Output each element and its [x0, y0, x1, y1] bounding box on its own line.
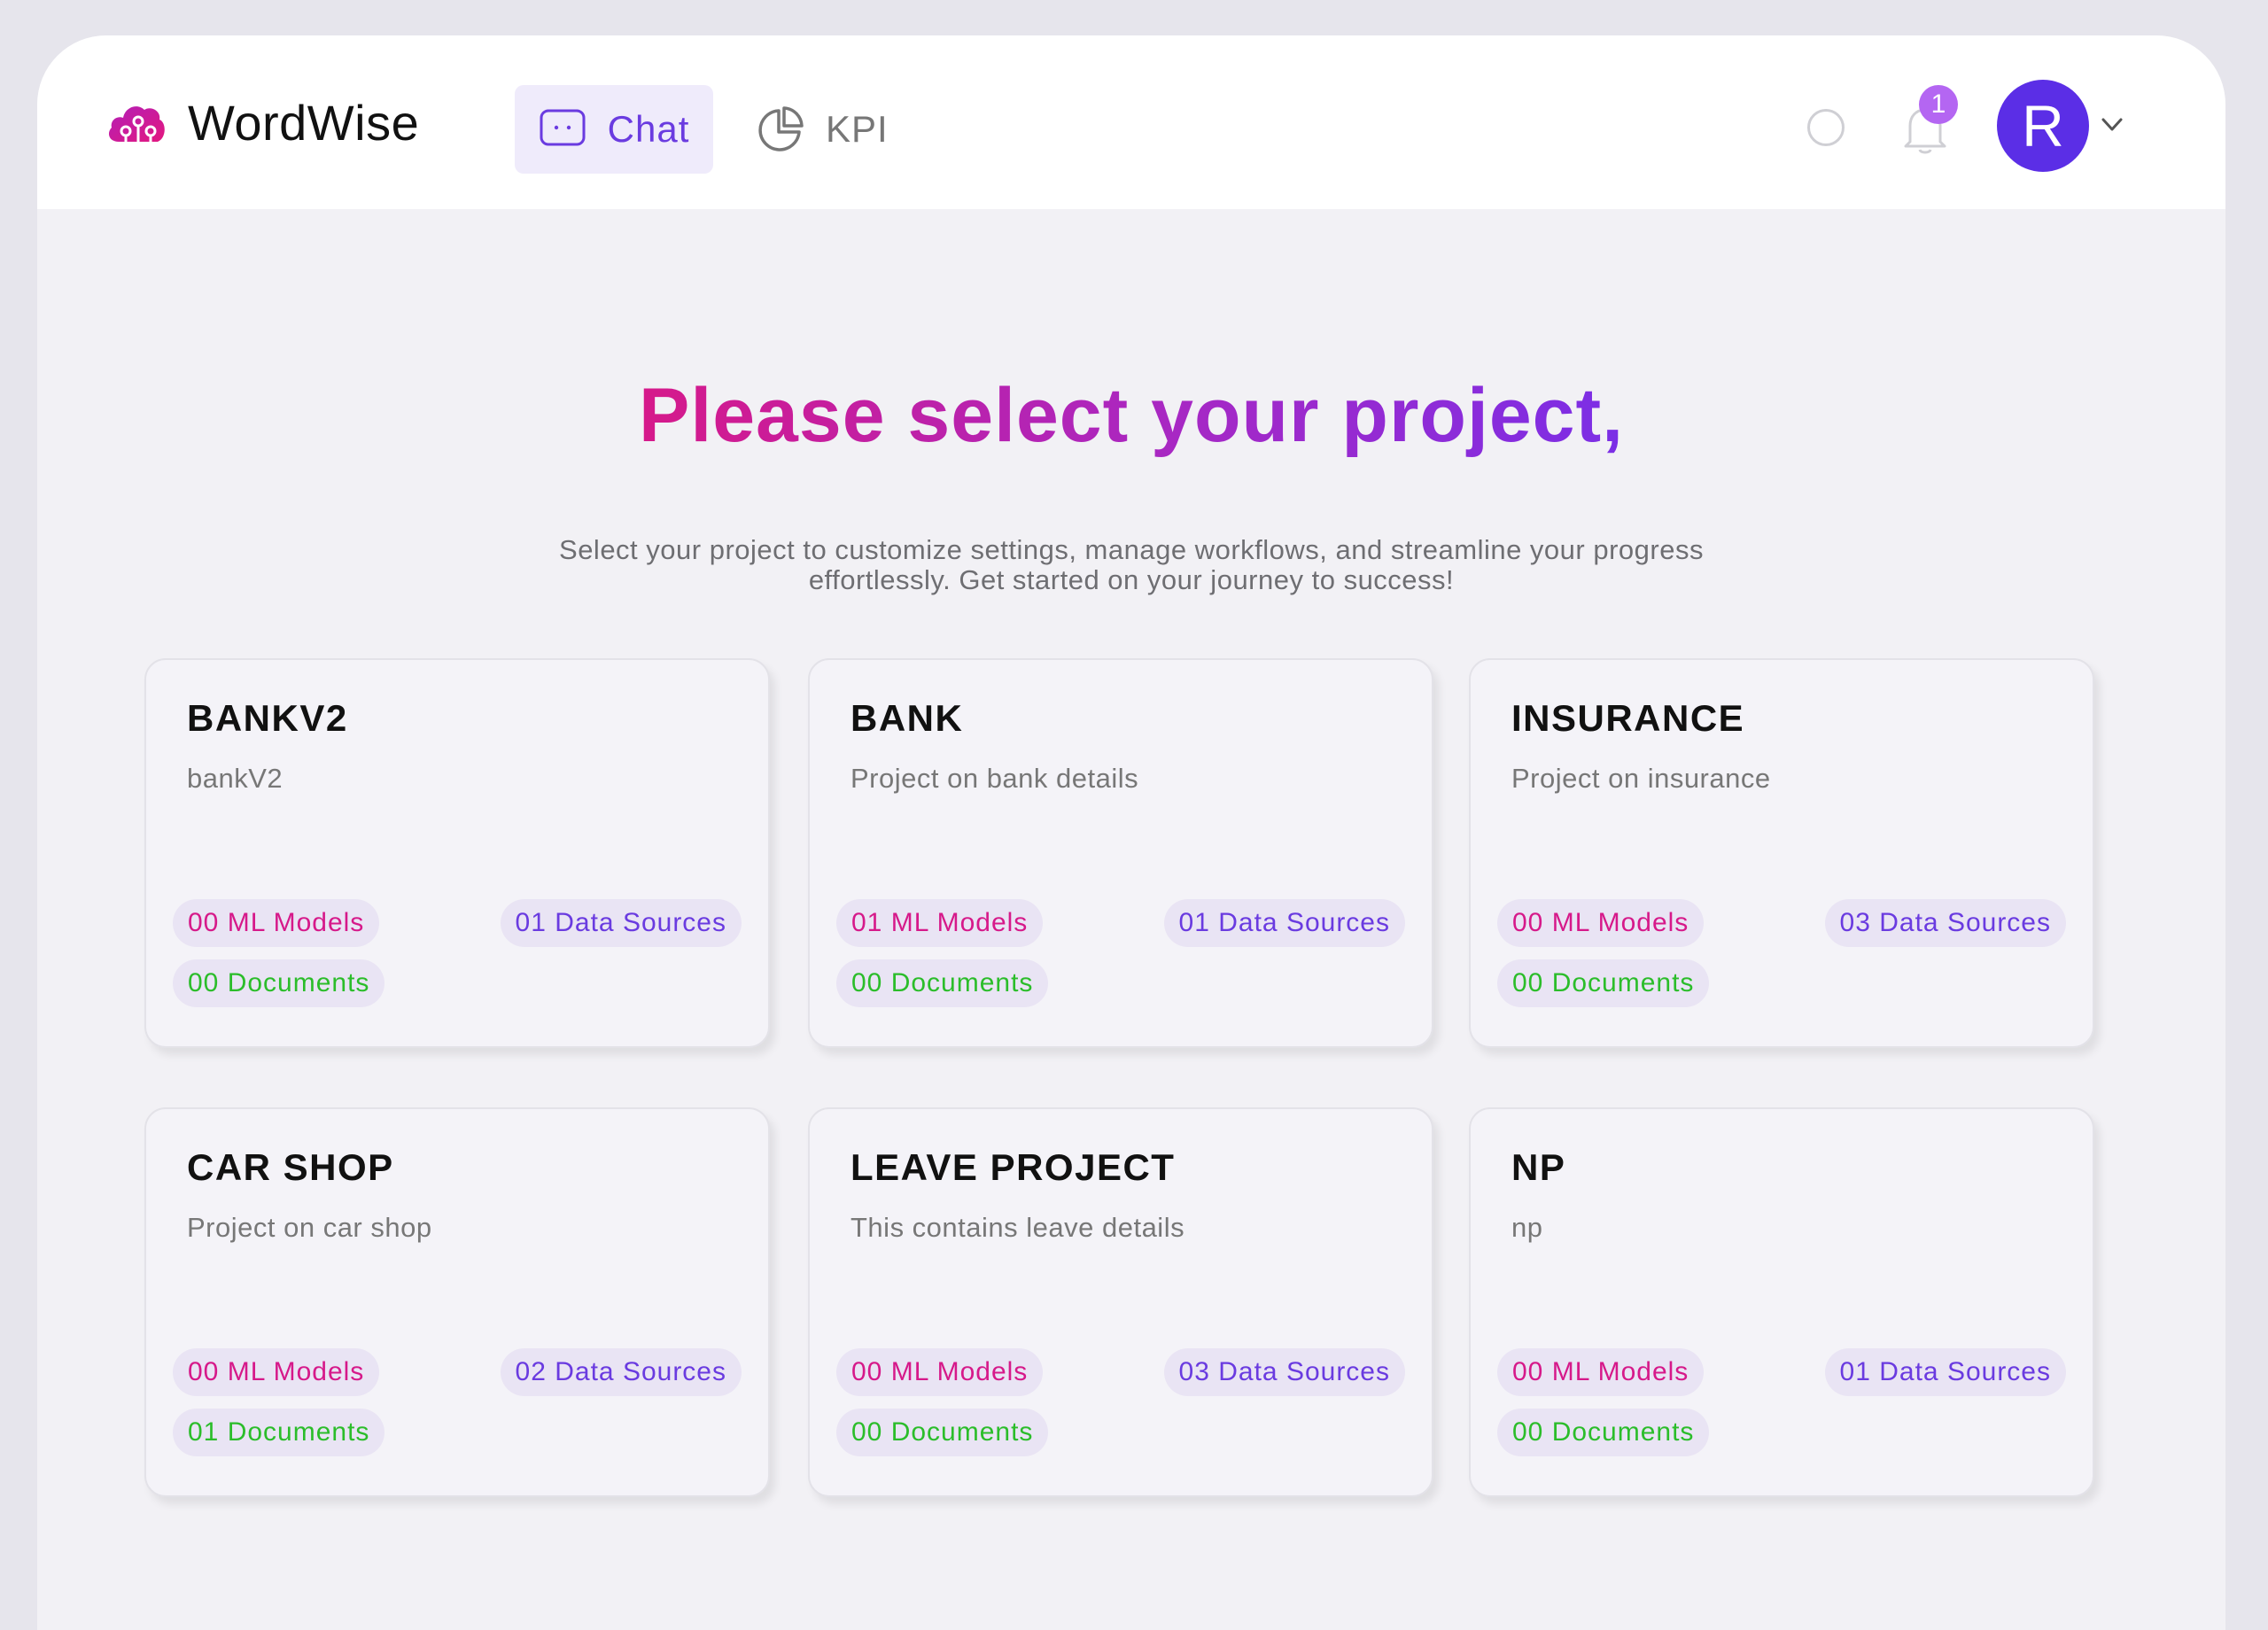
cloud-network-logo-icon: [108, 105, 165, 147]
project-card-car-shop[interactable]: CAR SHOP Project on car shop 00 ML Model…: [144, 1107, 770, 1497]
documents-badge: 00 Documents: [1497, 1409, 1710, 1456]
page-subtitle-line-2: effortlessly. Get started on your journe…: [808, 564, 1455, 595]
data-sources-badge: 01 Data Sources: [500, 899, 742, 947]
ml-models-badge: 00 ML Models: [1497, 899, 1705, 947]
data-sources-badge: 02 Data Sources: [500, 1348, 742, 1396]
documents-badge: 00 Documents: [173, 959, 385, 1007]
data-sources-badge: 03 Data Sources: [1824, 899, 2066, 947]
theme-toggle-icon[interactable]: [1807, 109, 1845, 146]
project-name: BANK: [850, 697, 964, 739]
user-avatar[interactable]: R: [1997, 80, 2089, 172]
project-description: Project on car shop: [187, 1212, 432, 1243]
pie-chart-icon: [758, 106, 804, 151]
project-description: This contains leave details: [850, 1212, 1185, 1243]
page-subtitle: Select your project to customize setting…: [480, 535, 1783, 595]
page-subtitle-line-1: Select your project to customize setting…: [559, 534, 1704, 565]
project-name: NP: [1511, 1146, 1566, 1188]
project-card-bankv2[interactable]: BANKV2 bankV2 00 ML Models 01 Data Sourc…: [144, 658, 770, 1048]
project-description: Project on insurance: [1511, 763, 1771, 794]
project-card-bank[interactable]: BANK Project on bank details 01 ML Model…: [808, 658, 1433, 1048]
project-card-np[interactable]: NP np 00 ML Models 01 Data Sources 00 Do…: [1469, 1107, 2094, 1497]
documents-badge: 01 Documents: [173, 1409, 385, 1456]
tab-kpi[interactable]: KPI: [757, 85, 907, 174]
tab-chat-label: Chat: [607, 108, 690, 150]
documents-badge: 00 Documents: [836, 959, 1049, 1007]
app-name: WordWise: [188, 95, 420, 151]
project-description: Project on bank details: [850, 763, 1139, 794]
project-name: CAR SHOP: [187, 1146, 394, 1188]
project-name: INSURANCE: [1511, 697, 1745, 739]
project-description: np: [1511, 1212, 1543, 1243]
notification-count-badge: 1: [1919, 85, 1958, 124]
top-header: WordWise Chat KPI 1 R: [37, 35, 2225, 209]
data-sources-badge: 01 Data Sources: [1163, 899, 1405, 947]
tab-chat[interactable]: Chat: [515, 85, 713, 174]
page-title: Please select your project,: [638, 373, 1625, 458]
ml-models-badge: 00 ML Models: [836, 1348, 1044, 1396]
data-sources-badge: 03 Data Sources: [1163, 1348, 1405, 1396]
project-description: bankV2: [187, 763, 284, 794]
ml-models-badge: 00 ML Models: [173, 1348, 380, 1396]
documents-badge: 00 Documents: [1497, 959, 1710, 1007]
chevron-down-icon[interactable]: [2098, 110, 2126, 138]
data-sources-badge: 01 Data Sources: [1824, 1348, 2066, 1396]
app-frame: WordWise Chat KPI 1 R Please select your…: [37, 35, 2225, 1630]
ml-models-badge: 01 ML Models: [836, 899, 1044, 947]
project-name: LEAVE PROJECT: [850, 1146, 1176, 1188]
chat-bubble-icon: [540, 109, 586, 146]
documents-badge: 00 Documents: [836, 1409, 1049, 1456]
ml-models-badge: 00 ML Models: [173, 899, 380, 947]
ml-models-badge: 00 ML Models: [1497, 1348, 1705, 1396]
project-name: BANKV2: [187, 697, 348, 739]
project-card-leave-project[interactable]: LEAVE PROJECT This contains leave detail…: [808, 1107, 1433, 1497]
tab-kpi-label: KPI: [826, 108, 889, 150]
project-card-insurance[interactable]: INSURANCE Project on insurance 00 ML Mod…: [1469, 658, 2094, 1048]
app-logo[interactable]: WordWise: [105, 94, 419, 151]
